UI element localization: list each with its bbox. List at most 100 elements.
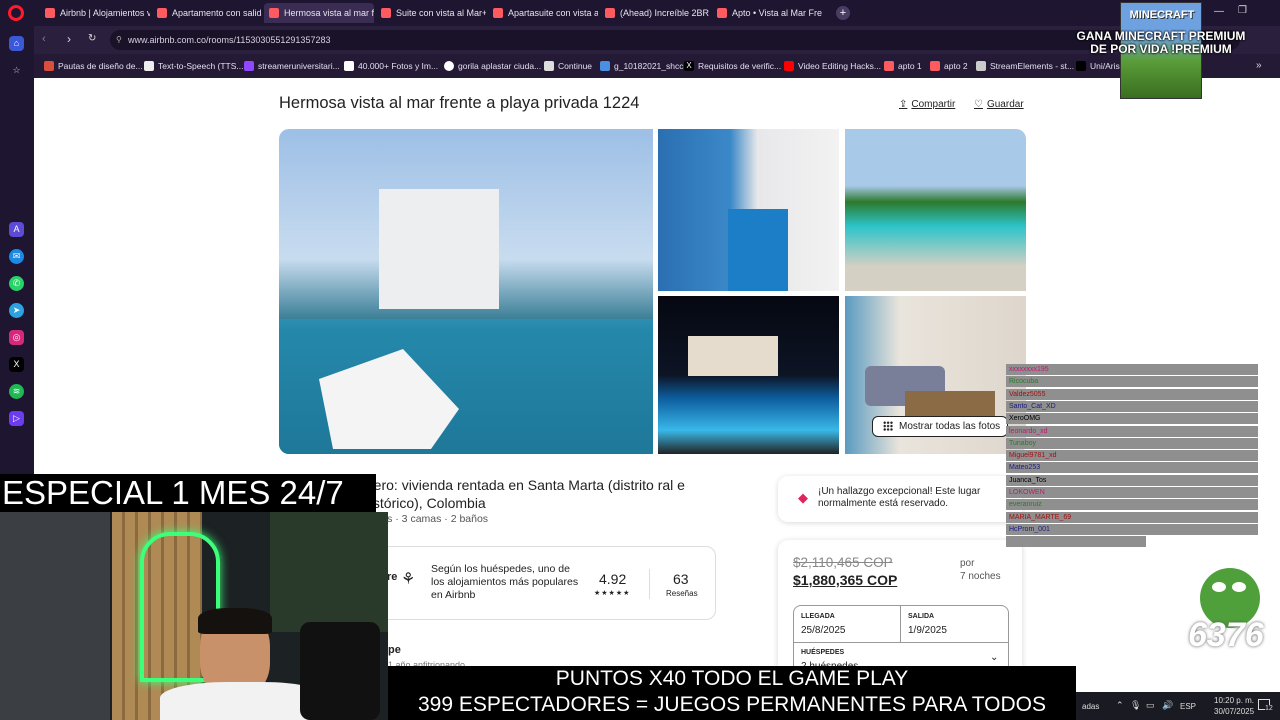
airbnb-icon [381,8,391,18]
streamelements-icon [976,61,986,71]
pepe-emote: 6376 [1186,568,1280,664]
chat-message: Santo_Cat_XD [1006,400,1258,412]
url-input[interactable]: ⚲ www.airbnb.com.co/rooms/11530305512913… [110,30,1240,50]
bookmark-item[interactable]: gorila aplastar ciuda... [444,54,541,78]
telegram-icon[interactable]: ➤ [9,303,24,318]
clock-date[interactable]: 30/07/2025 [1214,707,1254,716]
bookmark-item[interactable]: 40.000+ Fotos y Im... [344,54,438,78]
chevron-down-icon: ⌄ [990,652,999,663]
main-photo[interactable] [279,129,653,454]
chair-shape [300,622,380,720]
clock-time[interactable]: 10:20 p. m. [1214,696,1254,705]
youtube-icon [784,61,794,71]
frog-eye [1212,582,1226,592]
chat-username: HcProm_001 [1009,525,1050,533]
tab-apartasuite[interactable]: Apartasuite con vista al m [488,3,598,23]
chat-message: Ricocuba [1006,376,1258,388]
bookmark-item[interactable]: g_10182021_shcc [600,54,683,78]
tab-suite[interactable]: Suite con vista al Mar+Jac [376,3,486,23]
pool-edge [728,209,788,291]
chat-message: HcProm_001 [1006,523,1258,535]
bookmarks-overflow-icon[interactable]: » [1256,60,1262,71]
site-info-icon[interactable]: ⚲ [116,30,122,50]
aria-icon[interactable]: A [9,222,24,237]
bookmark-item[interactable]: Uni/Aris [1076,54,1120,78]
share-button[interactable]: ⇪ Compartir [899,99,955,110]
spotify-icon[interactable]: ≋ [9,384,24,399]
tab-apto[interactable]: Apto • Vista al Mar Frente [712,3,822,23]
mic-icon[interactable]: 🎙 [1130,700,1141,711]
player-icon[interactable]: ▷ [9,411,24,426]
frog-eye [1232,582,1246,592]
volume-icon[interactable]: 🔊 [1162,700,1173,711]
checkin-label: LLEGADA [801,613,835,620]
checkin-value: 25/8/2025 [801,625,846,636]
star-icon[interactable]: ☆ [9,63,24,78]
bookmark-item[interactable]: Continue [544,54,592,78]
show-all-photos-button[interactable]: Mostrar todas las fotos [872,416,1008,437]
instagram-icon[interactable]: ◎ [9,330,24,345]
wall-panel [0,512,110,720]
save-button[interactable]: ♡ Guardar [974,99,1024,110]
bookmark-item[interactable]: apto 1 [884,54,922,78]
reviews-count: 63 [673,571,689,587]
bookmark-item[interactable]: streameruniversitari... [244,54,340,78]
opera-logo-icon[interactable] [8,5,24,21]
laurel-icon: ⚘ [401,571,416,588]
maximize-button[interactable]: ❐ [1238,5,1247,16]
bookmark-icon [600,61,610,71]
booking-card: $2,110,465 COP $1,880,365 COP por 7 noch… [778,540,1022,680]
back-button[interactable]: ‹ [42,33,46,45]
minecraft-logo: MINECRAFT [1129,9,1195,21]
chat-message: leonardo_xd [1006,425,1258,437]
guest-favorite-card[interactable]: re ⚘ Según los huéspedes, uno de los alo… [380,546,716,620]
chevron-up-icon[interactable]: ⌃ [1116,700,1124,711]
tab-apartamento[interactable]: Apartamento con salida d [152,3,262,23]
pepe-counter: 6376 [1188,616,1264,654]
bookmark-item[interactable]: Video Editing Hacks... [784,54,881,78]
checkin-field[interactable]: LLEGADA 25/8/2025 [793,605,901,643]
x-icon[interactable]: X [9,357,24,372]
listing-heading: ntero: vivienda rentada en Santa Marta (… [362,477,685,511]
bookmark-icon [344,61,354,71]
whatsapp-icon[interactable]: ✆ [9,276,24,291]
network-icon[interactable]: ▭ [1146,700,1155,711]
tab-airbnb-home[interactable]: Airbnb | Alojamientos vac [40,3,150,23]
language-indicator[interactable]: ESP [1180,702,1196,711]
photo-4[interactable] [658,296,839,454]
x-icon: X [684,61,694,71]
tiktok-icon [1076,61,1086,71]
announcement-line-1: PUNTOS X40 TODO EL GAME PLAY [555,667,909,690]
photo-2[interactable] [658,129,839,291]
new-tab-button[interactable]: + [836,6,850,20]
tab-hermosa-vista[interactable]: Hermosa vista al mar fren [264,3,374,23]
bookmark-item[interactable]: X Requisitos de verific... [684,54,781,78]
chat-username: LOKOWEN [1009,489,1045,496]
airbnb-icon [717,8,727,18]
rare-find-card: ◆ ¡Un hallazgo excepcional! Este lugar n… [778,476,1022,522]
chat-username: Ricocuba [1009,378,1039,386]
bookmark-item[interactable]: StreamElements - st... [976,54,1074,78]
photo-3[interactable] [845,129,1026,291]
rating-value: 4.92 [599,571,627,587]
chat-username: Santo_Cat_XD [1009,402,1056,410]
airbnb-icon [884,61,894,71]
tab-bar: Airbnb | Alojamientos vac Apartamento co… [0,0,1280,26]
minimize-button[interactable]: — [1214,6,1224,17]
home-icon[interactable]: ⌂ [9,36,24,51]
messenger-icon[interactable]: ✉ [9,249,24,264]
bookmark-item[interactable]: Text-to-Speech (TTS... [144,54,244,78]
tab-ahead[interactable]: (Ahead) Increíble 2BR @R [600,3,710,23]
reload-button[interactable]: ↻ [88,33,96,44]
bookmark-item[interactable]: Pautas de diseño de... [44,54,143,78]
forward-button[interactable]: › [67,32,71,46]
share-icon: ⇪ [899,99,908,110]
bookmarks-bar: Pautas de diseño de... Text-to-Speech (T… [0,54,1280,78]
chat-message: Tunaboy [1006,437,1258,449]
chat-username: Tunaboy [1009,439,1036,447]
twitch-icon [244,61,254,71]
bookmark-icon [44,61,54,71]
chat-message: MARIA_MARTE_69 [1006,511,1258,523]
checkout-field[interactable]: SALIDA 1/9/2025 [900,605,1009,643]
bookmark-item[interactable]: apto 2 [930,54,968,78]
